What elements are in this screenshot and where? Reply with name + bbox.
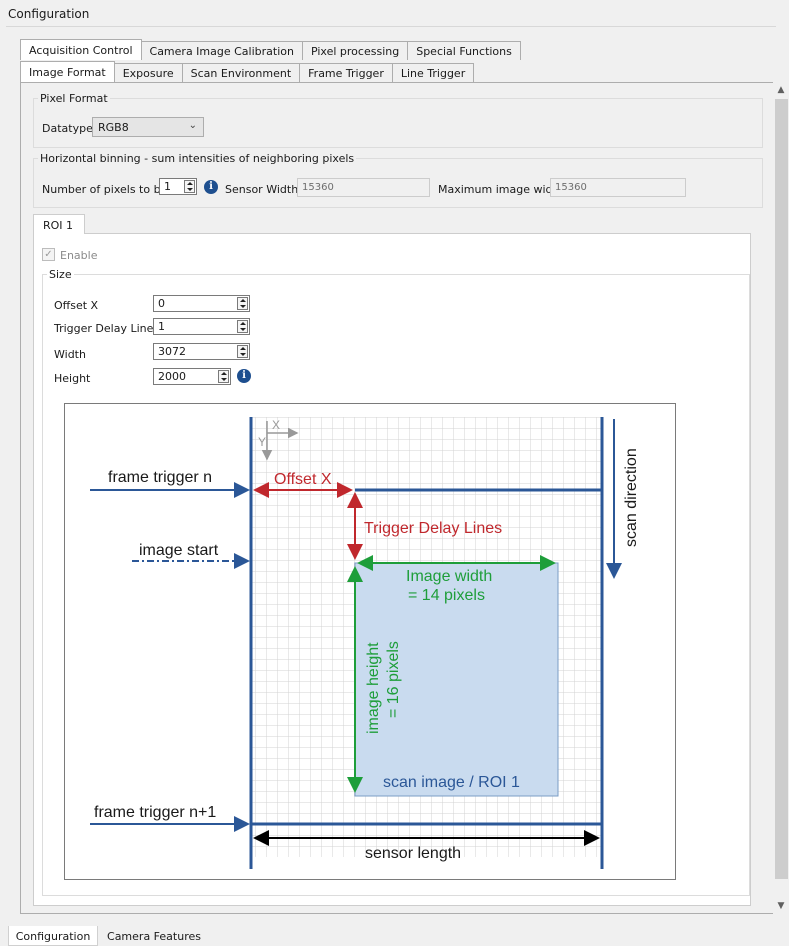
enable-checkbox[interactable]: ✓	[42, 248, 55, 261]
datatype-label: Datatype	[42, 122, 93, 135]
offset-x-spin-buttons[interactable]	[237, 297, 248, 310]
offset-x-value: 0	[158, 297, 165, 310]
image-width-value-label: = 14 pixels	[408, 587, 485, 604]
trigger-delay-lines-stepper[interactable]: 1	[153, 318, 250, 335]
vertical-scrollbar[interactable]: ▲ ▼	[773, 82, 789, 914]
info-icon[interactable]: i	[204, 180, 218, 194]
width-stepper[interactable]: 3072	[153, 343, 250, 360]
main-tab-row: Acquisition Control Camera Image Calibra…	[20, 39, 521, 60]
trigger-delay-lines-spin-buttons[interactable]	[237, 320, 248, 333]
datatype-value: RGB8	[98, 121, 129, 134]
tab-configuration[interactable]: Configuration	[8, 926, 98, 946]
y-axis-label: Y	[258, 435, 266, 449]
frame-trigger-n1-label: frame trigger n+1	[94, 804, 216, 821]
scan-direction-label: scan direction	[623, 448, 640, 547]
tab-line-trigger[interactable]: Line Trigger	[391, 63, 475, 82]
pixel-format-legend: Pixel Format	[40, 92, 108, 105]
binning-legend: Horizontal binning - sum intensities of …	[40, 152, 355, 165]
height-stepper[interactable]: 2000	[153, 368, 231, 385]
title-divider	[6, 26, 776, 27]
tab-special-functions[interactable]: Special Functions	[407, 41, 521, 60]
height-label: Height	[54, 372, 91, 385]
width-label: Width	[54, 348, 86, 361]
frame-trigger-n-label: frame trigger n	[108, 469, 212, 486]
enable-label: Enable	[60, 249, 98, 262]
scroll-up-icon[interactable]: ▲	[773, 82, 789, 98]
bin-count-stepper[interactable]: 1	[159, 178, 197, 195]
chevron-down-icon: ⌄	[188, 120, 197, 131]
tab-camera-image-calibration[interactable]: Camera Image Calibration	[140, 41, 303, 60]
tab-scan-environment[interactable]: Scan Environment	[181, 63, 301, 82]
tab-camera-features[interactable]: Camera Features	[100, 926, 208, 946]
height-spin-buttons[interactable]	[218, 370, 229, 383]
scrollbar-thumb[interactable]	[775, 99, 788, 879]
roi-diagram-label: scan image / ROI 1	[383, 774, 520, 791]
tab-roi-1[interactable]: ROI 1	[33, 214, 85, 234]
bin-count-spin-buttons[interactable]	[184, 180, 195, 193]
width-spin-buttons[interactable]	[237, 345, 248, 358]
tab-frame-trigger[interactable]: Frame Trigger	[299, 63, 393, 82]
image-width-label: Image width	[406, 568, 492, 585]
trigger-delay-lines-value: 1	[158, 320, 165, 333]
offset-x-stepper[interactable]: 0	[153, 295, 250, 312]
image-height-value-label: = 16 pixels	[385, 641, 402, 718]
offset-x-label: Offset X	[54, 299, 99, 312]
height-value: 2000	[158, 370, 186, 383]
scroll-down-icon[interactable]: ▼	[773, 898, 789, 914]
x-axis-label: X	[272, 418, 280, 432]
tab-image-format[interactable]: Image Format	[20, 61, 115, 82]
sub-tab-row: Image Format Exposure Scan Environment F…	[20, 61, 475, 82]
trigger-delay-lines-label: Trigger Delay Lines	[54, 322, 160, 335]
height-info-icon[interactable]: i	[237, 369, 251, 383]
offset-x-diagram-label: Offset X	[274, 471, 332, 488]
width-value: 3072	[158, 345, 186, 358]
tab-pixel-processing[interactable]: Pixel processing	[301, 41, 409, 60]
tab-acquisition-control[interactable]: Acquisition Control	[20, 39, 142, 60]
sensor-width-label: Sensor Width	[225, 183, 299, 196]
sensor-length-label: sensor length	[365, 845, 461, 862]
datatype-select[interactable]: RGB8 ⌄	[92, 117, 204, 137]
trigger-delay-diagram-label: Trigger Delay Lines	[364, 520, 502, 537]
window-title: Configuration	[0, 0, 789, 26]
bottom-tab-bar: Configuration Camera Features	[0, 926, 789, 946]
roi-diagram: X Y frame trigger n image start frame tr…	[64, 403, 676, 880]
tab-exposure[interactable]: Exposure	[113, 63, 183, 82]
size-legend: Size	[49, 268, 72, 281]
max-image-width-label: Maximum image width	[438, 183, 564, 196]
bin-count-label: Number of pixels to bin	[42, 183, 171, 196]
image-height-label: image height	[365, 642, 382, 734]
image-start-label: image start	[139, 542, 219, 559]
sensor-width-field: 15360	[297, 178, 430, 197]
max-image-width-field: 15360	[550, 178, 686, 197]
roi-diagram-svg: X Y frame trigger n image start frame tr…	[90, 417, 640, 869]
bin-count-value: 1	[164, 180, 171, 193]
